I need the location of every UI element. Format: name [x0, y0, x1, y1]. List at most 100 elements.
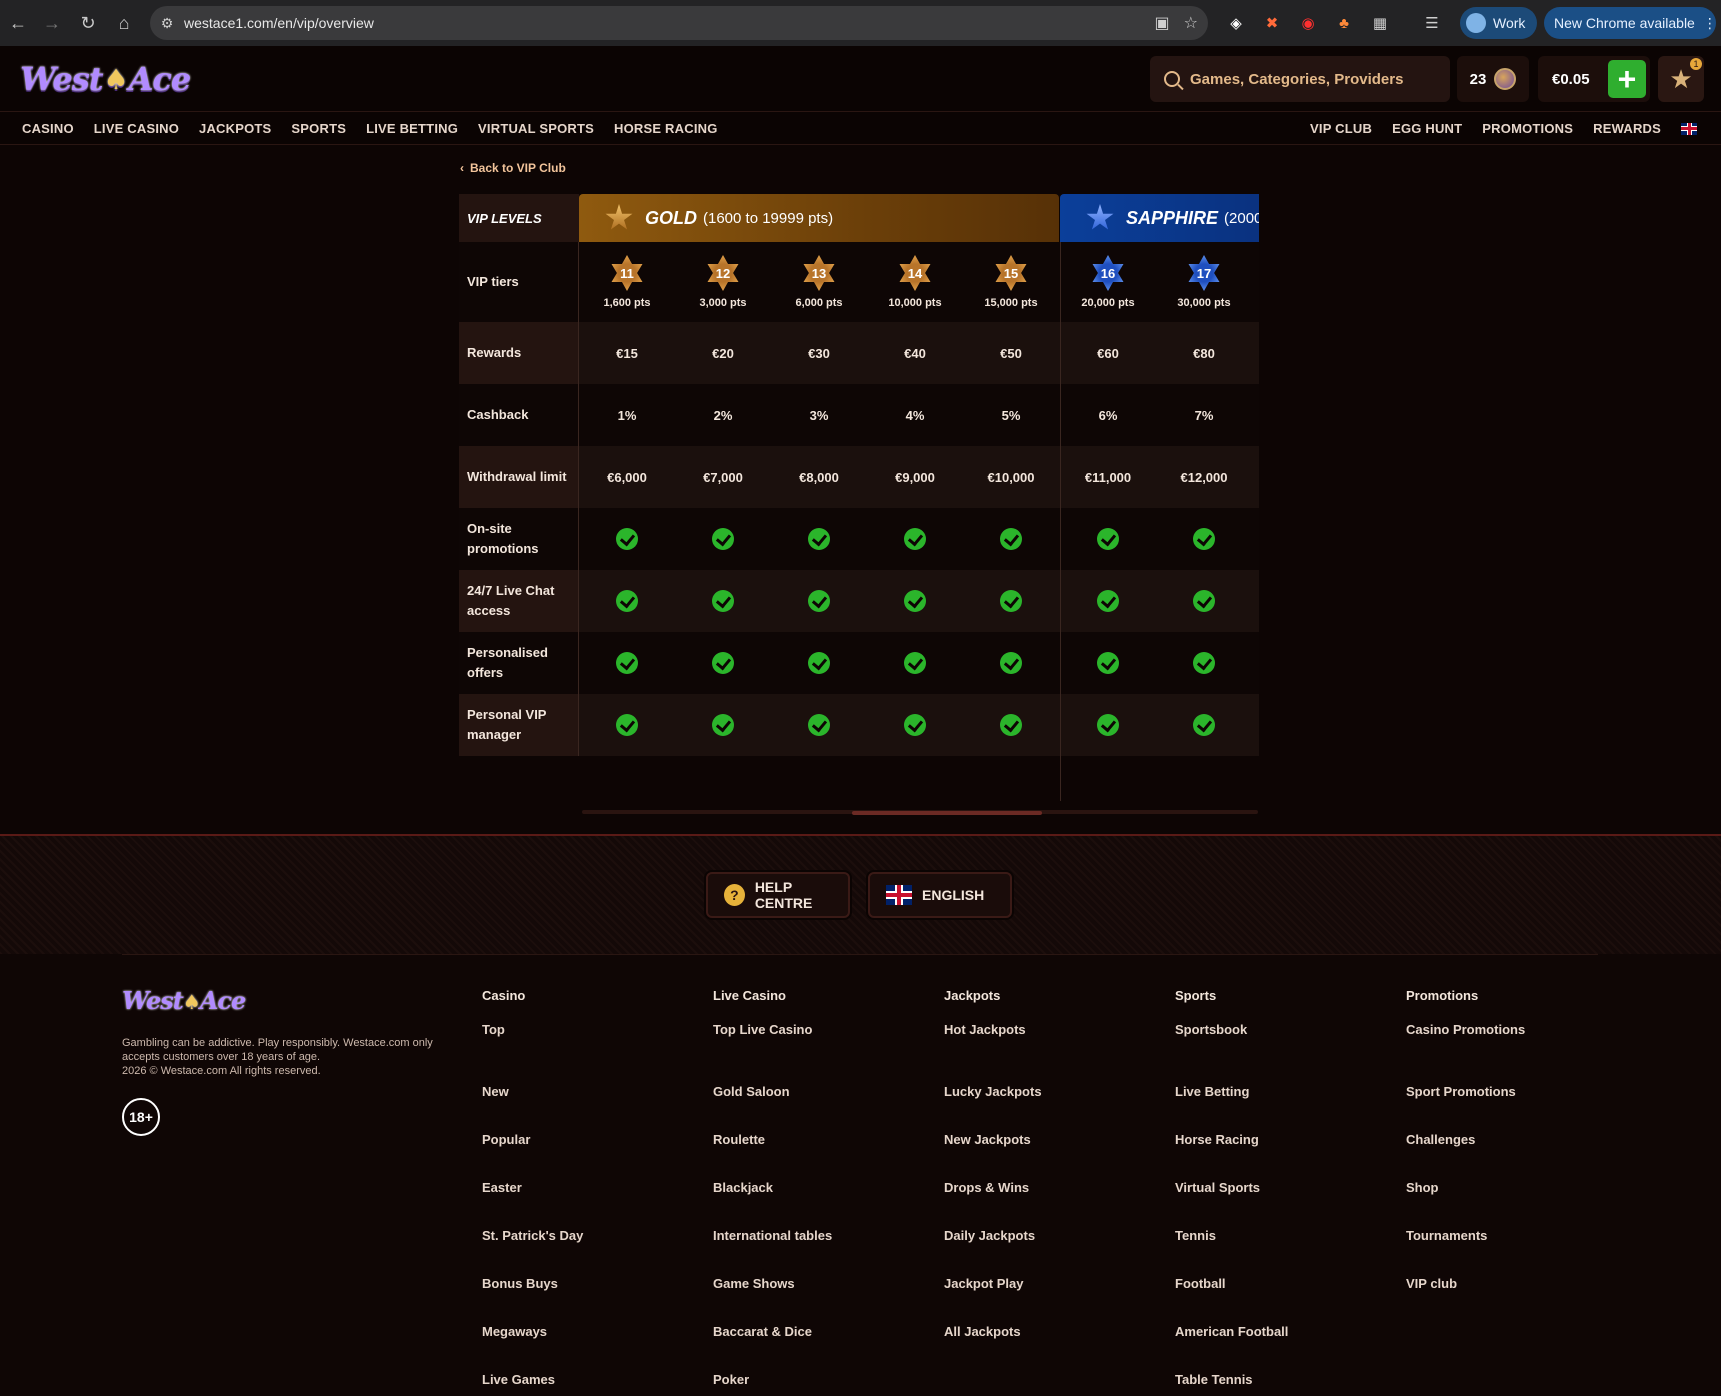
nav-item-sports[interactable]: SPORTS — [291, 121, 346, 136]
footer-link[interactable]: Hot Jackpots — [944, 1020, 1144, 1040]
footer-link[interactable]: All Jackpots — [944, 1308, 1144, 1356]
footer-logo-left: West — [122, 986, 184, 1015]
search-placeholder: Games, Categories, Providers — [1190, 70, 1404, 88]
footer-link[interactable]: Daily Jackpots — [944, 1212, 1144, 1260]
footer-link[interactable]: Challenges — [1406, 1116, 1606, 1164]
footer-link[interactable]: Gold Saloon — [713, 1068, 913, 1116]
nav-item-promotions[interactable]: PROMOTIONS — [1482, 121, 1573, 136]
nav-item-casino[interactable]: CASINO — [22, 121, 74, 136]
back-to-vip-club-link[interactable]: ‹ Back to VIP Club — [460, 161, 566, 175]
table-scrollbar-thumb[interactable] — [852, 811, 1042, 815]
footer-link[interactable]: Drops & Wins — [944, 1164, 1144, 1212]
site-logo[interactable]: West ♠ Ace — [20, 56, 191, 102]
footer-link[interactable]: St. Patrick's Day — [482, 1212, 682, 1260]
forward-arrow-icon[interactable]: → — [34, 5, 70, 41]
nav-item-jackpots[interactable]: JACKPOTS — [199, 121, 271, 136]
footer-link[interactable]: Bonus Buys — [482, 1260, 682, 1308]
nav-item-live-betting[interactable]: LIVE BETTING — [366, 121, 458, 136]
wallet-balance[interactable]: €0.05 + — [1538, 56, 1650, 102]
footer-link[interactable]: Megaways — [482, 1308, 682, 1356]
uk-flag-icon[interactable] — [1681, 122, 1697, 135]
footer-link[interactable]: Blackjack — [713, 1164, 913, 1212]
search-input[interactable]: Games, Categories, Providers — [1150, 56, 1450, 102]
help-centre-button[interactable]: ? HELP CENTRE — [706, 872, 850, 918]
home-icon[interactable]: ⌂ — [106, 5, 142, 41]
checkmark-icon — [1097, 652, 1119, 674]
gold-tier-badge-icon: 13 — [803, 255, 835, 291]
install-app-icon[interactable]: ▣ — [1155, 13, 1170, 33]
checkmark-icon — [616, 652, 638, 674]
checkmark-icon — [808, 528, 830, 550]
extension-icon[interactable]: ◈ — [1222, 9, 1250, 37]
footer-link[interactable]: Popular — [482, 1116, 682, 1164]
profile-button[interactable]: Work — [1460, 7, 1538, 39]
footer-link[interactable]: Live Betting — [1175, 1068, 1375, 1116]
footer-link[interactable]: VIP club — [1406, 1260, 1606, 1308]
checkmark-icon — [616, 714, 638, 736]
footer-link[interactable]: Game Shows — [713, 1260, 913, 1308]
footer-link[interactable]: Casino Promotions — [1406, 1020, 1606, 1040]
vip-levels-table[interactable]: VIP LEVELS GOLD (1600 to 19999 pts) SAPP… — [459, 194, 1259, 801]
nav-item-egg-hunt[interactable]: EGG HUNT — [1392, 121, 1462, 136]
nav-item-live-casino[interactable]: LIVE CASINO — [94, 121, 179, 136]
extensions-puzzle-icon[interactable]: ▦ — [1366, 9, 1394, 37]
url-text[interactable]: westace1.com/en/vip/overview — [184, 15, 374, 31]
language-button[interactable]: ENGLISH — [868, 872, 1012, 918]
checkmark-icon — [616, 590, 638, 612]
footer-link[interactable]: Live Games — [482, 1356, 682, 1396]
extension-icon[interactable]: ♣ — [1330, 9, 1358, 37]
nav-item-horse-racing[interactable]: HORSE RACING — [614, 121, 718, 136]
vip-row-cashback: Cashback 1% 2% 3% 4% 5% 6% 7% — [459, 384, 1259, 446]
footer-link[interactable]: Baccarat & Dice — [713, 1308, 913, 1356]
footer-link[interactable]: New Jackpots — [944, 1116, 1144, 1164]
footer-column-title[interactable]: Promotions — [1406, 988, 1606, 1006]
nav-item-rewards[interactable]: REWARDS — [1593, 121, 1661, 136]
footer-link[interactable]: Sportsbook — [1175, 1020, 1375, 1040]
footer-link[interactable]: Tennis — [1175, 1212, 1375, 1260]
footer-link[interactable]: Table Tennis — [1175, 1356, 1375, 1396]
user-avatar-button[interactable]: ★ 1 — [1658, 56, 1704, 102]
footer-link[interactable]: Horse Racing — [1175, 1116, 1375, 1164]
footer-column-title[interactable]: Live Casino — [713, 988, 913, 1006]
gold-level-name: GOLD — [645, 207, 697, 228]
reading-list-icon[interactable]: ☰ — [1418, 9, 1446, 37]
footer-link[interactable]: Poker — [713, 1356, 913, 1396]
reload-icon[interactable]: ↻ — [70, 5, 106, 41]
back-arrow-icon[interactable]: ← — [0, 5, 36, 41]
footer-link[interactable]: Tournaments — [1406, 1212, 1606, 1260]
bookmark-star-icon[interactable]: ☆ — [1184, 13, 1198, 33]
footer-link[interactable]: American Football — [1175, 1308, 1375, 1356]
tier-points: 1,600 pts — [603, 297, 651, 309]
search-icon — [1164, 71, 1180, 87]
nav-item-virtual-sports[interactable]: VIRTUAL SPORTS — [478, 121, 594, 136]
nav-item-vip-club[interactable]: VIP CLUB — [1310, 121, 1372, 136]
footer-column-title[interactable]: Jackpots — [944, 988, 1144, 1006]
footer-link[interactable]: New — [482, 1068, 682, 1116]
footer-link[interactable]: Jackpot Play — [944, 1260, 1144, 1308]
site-info-icon[interactable]: ⚙ — [150, 6, 184, 40]
footer-column-title[interactable]: Casino — [482, 988, 682, 1006]
cashback-value: 2% — [713, 407, 733, 423]
footer-link[interactable]: Football — [1175, 1260, 1375, 1308]
points-balance[interactable]: 23 — [1457, 56, 1529, 102]
footer-logo-right: Ace — [199, 986, 247, 1015]
extension-icon[interactable]: ✖ — [1258, 9, 1286, 37]
check-cell — [867, 508, 963, 570]
check-cell — [1156, 694, 1252, 756]
chrome-update-button[interactable]: New Chrome available ⋮ — [1544, 7, 1716, 39]
footer-link[interactable]: Shop — [1406, 1164, 1606, 1212]
footer-link[interactable]: Lucky Jackpots — [944, 1068, 1144, 1116]
footer-link[interactable]: Roulette — [713, 1116, 913, 1164]
address-bar[interactable]: ⚙ westace1.com/en/vip/overview ▣ ☆ — [150, 6, 1208, 40]
footer-column-title[interactable]: Sports — [1175, 988, 1375, 1006]
footer-link[interactable]: Virtual Sports — [1175, 1164, 1375, 1212]
footer-link[interactable]: Top — [482, 1020, 682, 1040]
footer-logo[interactable]: West♠Ace — [122, 986, 247, 1015]
checkmark-icon — [1000, 528, 1022, 550]
footer-link[interactable]: Easter — [482, 1164, 682, 1212]
extension-icon[interactable]: ◉ — [1294, 9, 1322, 37]
footer-link[interactable]: International tables — [713, 1212, 913, 1260]
deposit-plus-button[interactable]: + — [1608, 60, 1646, 98]
footer-link[interactable]: Sport Promotions — [1406, 1068, 1606, 1116]
footer-link[interactable]: Top Live Casino — [713, 1020, 913, 1040]
